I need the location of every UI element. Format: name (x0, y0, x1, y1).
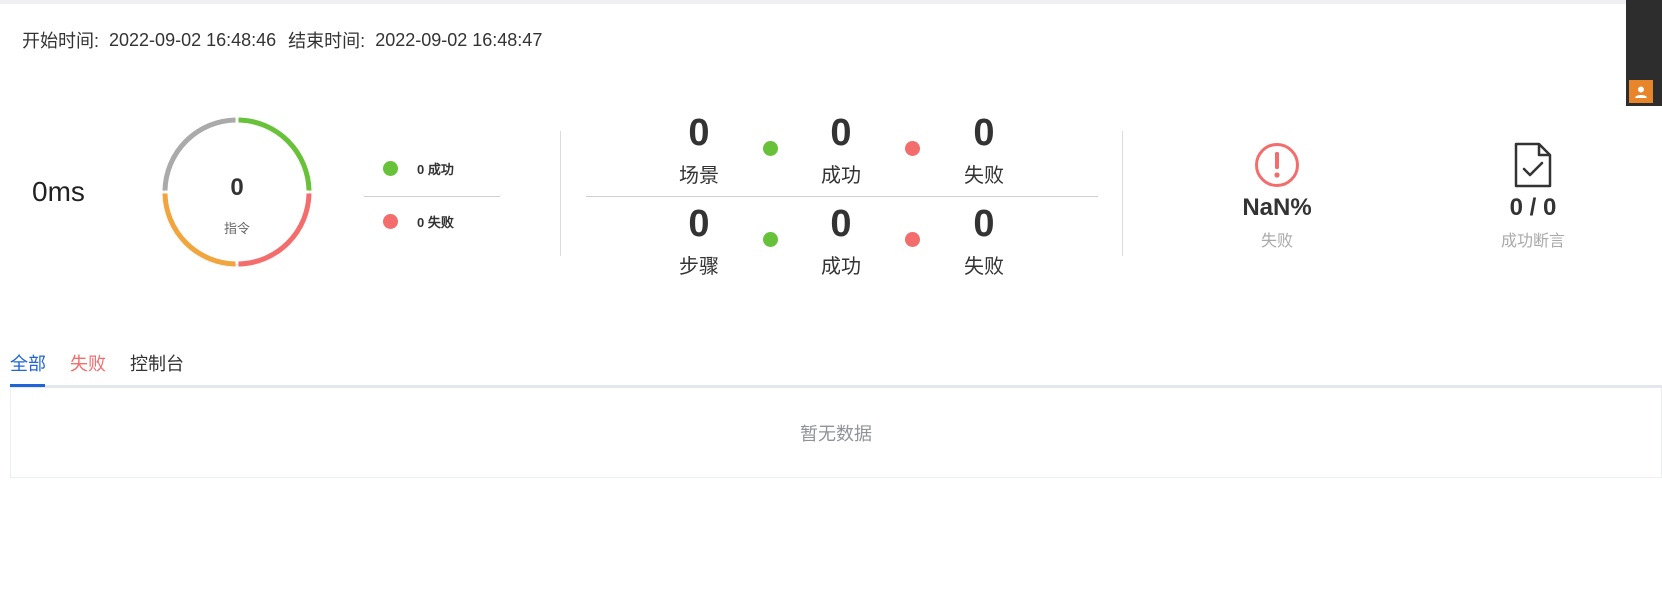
duration: 0ms (32, 176, 85, 207)
step-fail: 0 (973, 203, 995, 245)
legend-success-label: 0 成功 (417, 162, 454, 177)
results-table-empty: 暂无数据 (10, 388, 1662, 478)
fail-rate-value: NaN% (1242, 194, 1312, 221)
tab-console[interactable]: 控制台 (130, 350, 184, 376)
tab-all[interactable]: 全部 (10, 350, 46, 376)
step-success-dot-icon (763, 232, 778, 247)
scenario-success: 0 (830, 112, 852, 154)
step-total-label: 步骤 (679, 256, 719, 278)
exclamation-circle-icon (1255, 143, 1299, 187)
legend-fail: 0 失败 (383, 212, 454, 231)
step-total: 0 (688, 203, 710, 245)
legend-success: 0 成功 (383, 159, 454, 178)
fail-dot-icon (383, 214, 398, 229)
legend-fail-label: 0 失败 (417, 215, 454, 230)
document-check-icon (1514, 142, 1552, 188)
time-row: 开始时间: 2022-09-02 16:48:46 结束时间: 2022-09-… (22, 27, 554, 53)
donut-center-label: 指令 (223, 221, 250, 236)
step-success: 0 (830, 203, 852, 245)
user-button[interactable] (1629, 80, 1653, 103)
step-fail-label: 失败 (964, 256, 1004, 278)
scenario-total-label: 场景 (679, 165, 719, 187)
user-icon (1635, 86, 1647, 98)
section-divider-left (560, 131, 561, 256)
end-time-label: 结束时间: (288, 31, 366, 51)
donut-center-value: 0 (230, 174, 244, 201)
section-divider-right (1122, 131, 1123, 256)
step-fail-dot-icon (905, 232, 920, 247)
end-time-value: 2022-09-02 16:48:47 (375, 29, 543, 50)
start-time-value: 2022-09-02 16:48:46 (109, 29, 277, 50)
scenario-fail-dot-icon (905, 141, 920, 156)
scenario-fail: 0 (973, 112, 995, 154)
counts-divider (586, 196, 1098, 197)
fail-rate-label: 失败 (1260, 233, 1293, 250)
scenario-success-label: 成功 (821, 165, 861, 187)
scenario-success-dot-icon (763, 141, 778, 156)
tab-failed[interactable]: 失败 (70, 350, 106, 376)
start-time-label: 开始时间: (22, 31, 100, 51)
success-dot-icon (383, 161, 398, 176)
assertions-label: 成功断言 (1500, 233, 1565, 250)
assertions-value: 0 / 0 (1509, 194, 1557, 221)
active-tab-indicator (10, 384, 45, 387)
scenario-fail-label: 失败 (964, 165, 1004, 187)
top-border (0, 0, 1662, 4)
scenario-total: 0 (688, 112, 710, 154)
legend-divider (364, 196, 500, 197)
empty-text: 暂无数据 (800, 423, 872, 444)
step-success-label: 成功 (821, 256, 861, 278)
